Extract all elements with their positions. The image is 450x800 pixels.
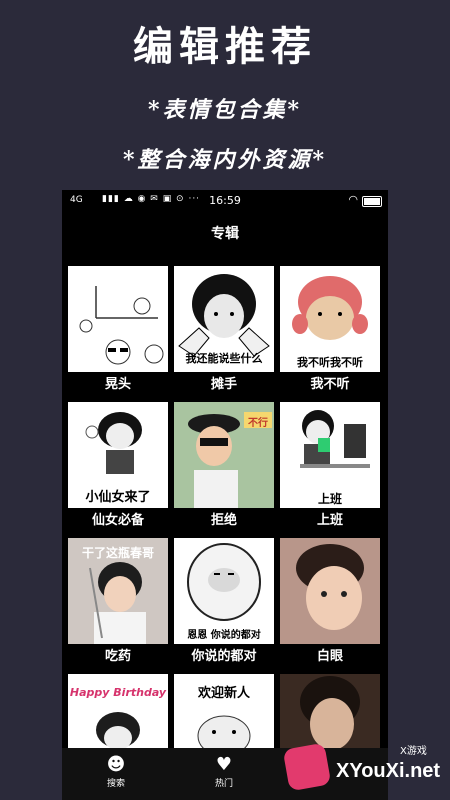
album-caption: 白眼 xyxy=(316,649,343,664)
tab-label: 搜索 xyxy=(106,779,125,789)
watermark-small-text: X游戏 xyxy=(400,746,427,757)
tab-label: 热门 xyxy=(214,779,233,789)
thumb-overlay-text: Happy Birthday xyxy=(69,686,167,699)
album-thumbnail: 我不听我不听 xyxy=(280,266,380,372)
album-caption: 你说的都对 xyxy=(191,649,257,664)
thumb-overlay-text: 欢迎新人 xyxy=(197,686,250,701)
album-thumbnail: 不行 xyxy=(174,402,274,508)
album-thumbnail: 恩恩 你说的都对 xyxy=(174,538,274,644)
album-thumbnail: 上班 xyxy=(280,402,380,508)
smiley-icon: ☻ xyxy=(106,754,126,775)
promo-subtitle: *表情包合集* xyxy=(147,97,302,123)
album-thumbnail: 小仙女来了 xyxy=(68,402,168,508)
album-thumbnail xyxy=(68,266,168,372)
album-caption: 仙女必备 xyxy=(91,513,144,528)
thumb-overlay-text: 恩恩 你说的都对 xyxy=(187,630,261,641)
album-caption: 上班 xyxy=(316,513,343,528)
album-caption: 晃头 xyxy=(104,377,131,392)
promo-subtitle: *整合海内外资源* xyxy=(122,147,327,173)
thumb-overlay-text: 上班 xyxy=(317,492,342,506)
album-card[interactable]: 不行 拒绝 xyxy=(174,402,274,528)
album-caption: 拒绝 xyxy=(210,513,237,528)
watermark-text: XYouXi.net xyxy=(336,760,441,782)
promo-title: 编辑推荐 xyxy=(133,23,317,70)
album-thumbnail xyxy=(280,538,380,644)
album-card[interactable]: 干了这瓶春哥 吃药 xyxy=(68,538,168,664)
thumb-overlay-text: 我还能说些什么 xyxy=(185,352,263,365)
album-caption: 我不听 xyxy=(310,377,350,392)
phone-screen: 4G ▮▮▮ ☁ ◉ ✉ ▣ ⊙ ··· 16:59 ◠ 专辑 晃头 我还能说些… xyxy=(62,190,388,800)
tab-hot[interactable]: ♥ 热门 xyxy=(170,754,278,789)
album-caption: 摊手 xyxy=(210,377,237,392)
album-card[interactable]: 恩恩 你说的都对 你说的都对 xyxy=(174,538,274,664)
album-card[interactable]: 小仙女来了 仙女必备 xyxy=(68,402,168,528)
page-title: 专辑 xyxy=(211,226,239,242)
album-card[interactable]: 白眼 xyxy=(280,538,380,664)
thumb-overlay-text: 干了这瓶春哥 xyxy=(81,546,154,560)
album-thumbnail xyxy=(280,674,380,748)
site-watermark: X游戏 XYouXi.net xyxy=(280,738,450,800)
wifi-icon: ◠ xyxy=(348,193,358,206)
thumb-overlay-text: 小仙女来了 xyxy=(85,490,151,505)
status-time: 16:59 xyxy=(209,194,241,207)
heart-icon: ♥ xyxy=(215,754,233,775)
status-bar: 4G ▮▮▮ ☁ ◉ ✉ ▣ ⊙ ··· 16:59 ◠ xyxy=(62,190,388,212)
battery-icon xyxy=(362,196,382,207)
album-thumbnail: 干了这瓶春哥 xyxy=(68,538,168,644)
thumb-overlay-text: 我不听我不听 xyxy=(297,356,363,369)
album-caption: 吃药 xyxy=(104,649,131,664)
album-card[interactable]: 上班 上班 xyxy=(280,402,380,528)
gamepad-logo-icon xyxy=(282,742,332,792)
album-card[interactable]: 我不听我不听 我不听 xyxy=(280,266,380,392)
thumb-overlay-text: 不行 xyxy=(248,418,268,429)
album-card[interactable]: 晃头 xyxy=(68,266,168,392)
album-card[interactable]: 我还能说些什么 摊手 xyxy=(174,266,274,392)
tab-search[interactable]: ☻ 搜索 xyxy=(62,754,170,789)
album-thumbnail: 欢迎新人 xyxy=(174,674,274,748)
album-thumbnail: 我还能说些什么 xyxy=(174,266,274,372)
album-thumbnail: Happy Birthday xyxy=(68,674,168,748)
